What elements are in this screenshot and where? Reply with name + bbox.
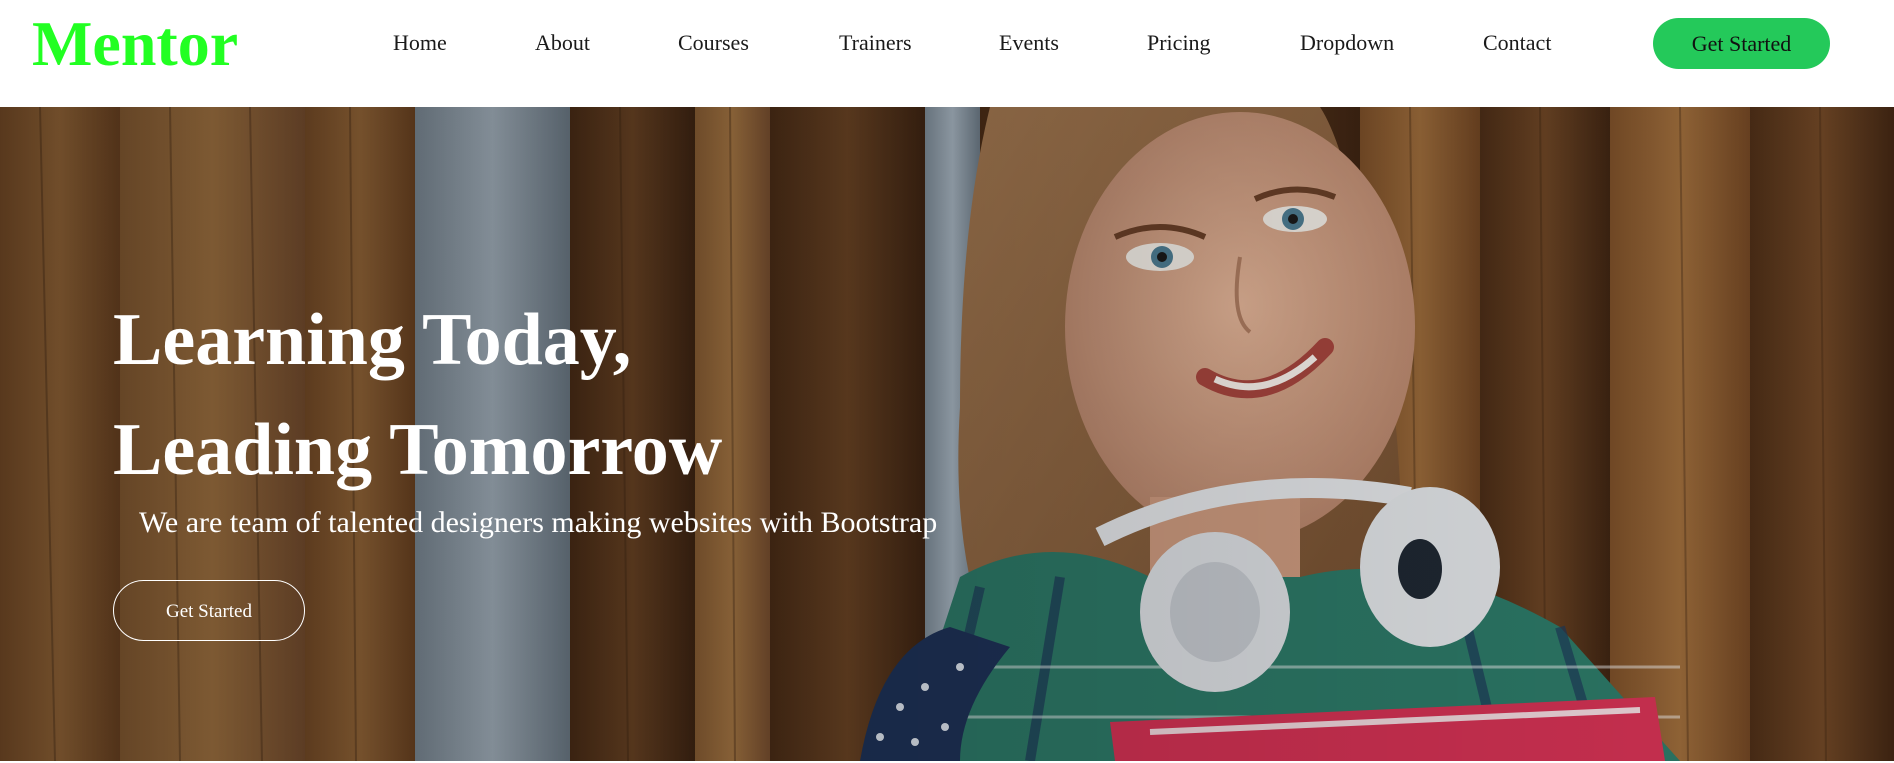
nav-events[interactable]: Events: [999, 26, 1059, 60]
hero-title: Learning Today, Leading Tomorrow: [113, 285, 722, 505]
hero-section: Learning Today, Leading Tomorrow We are …: [0, 107, 1894, 761]
hero-subtitle: We are team of talented designers making…: [139, 506, 938, 539]
hero-get-started-button[interactable]: Get Started: [113, 580, 305, 641]
site-header: Mentor Home About Courses Trainers Event…: [0, 0, 1894, 107]
nav-trainers[interactable]: Trainers: [839, 26, 912, 60]
nav-about[interactable]: About: [535, 26, 590, 60]
site-logo[interactable]: Mentor: [32, 4, 238, 84]
hero-title-line1: Learning Today,: [113, 299, 632, 381]
get-started-button[interactable]: Get Started: [1653, 18, 1830, 69]
nav-dropdown[interactable]: Dropdown: [1300, 26, 1394, 60]
nav-pricing[interactable]: Pricing: [1147, 26, 1211, 60]
hero-title-line2: Leading Tomorrow: [113, 409, 723, 491]
nav-contact[interactable]: Contact: [1483, 26, 1551, 60]
nav-home[interactable]: Home: [393, 26, 447, 60]
nav-courses[interactable]: Courses: [678, 26, 749, 60]
